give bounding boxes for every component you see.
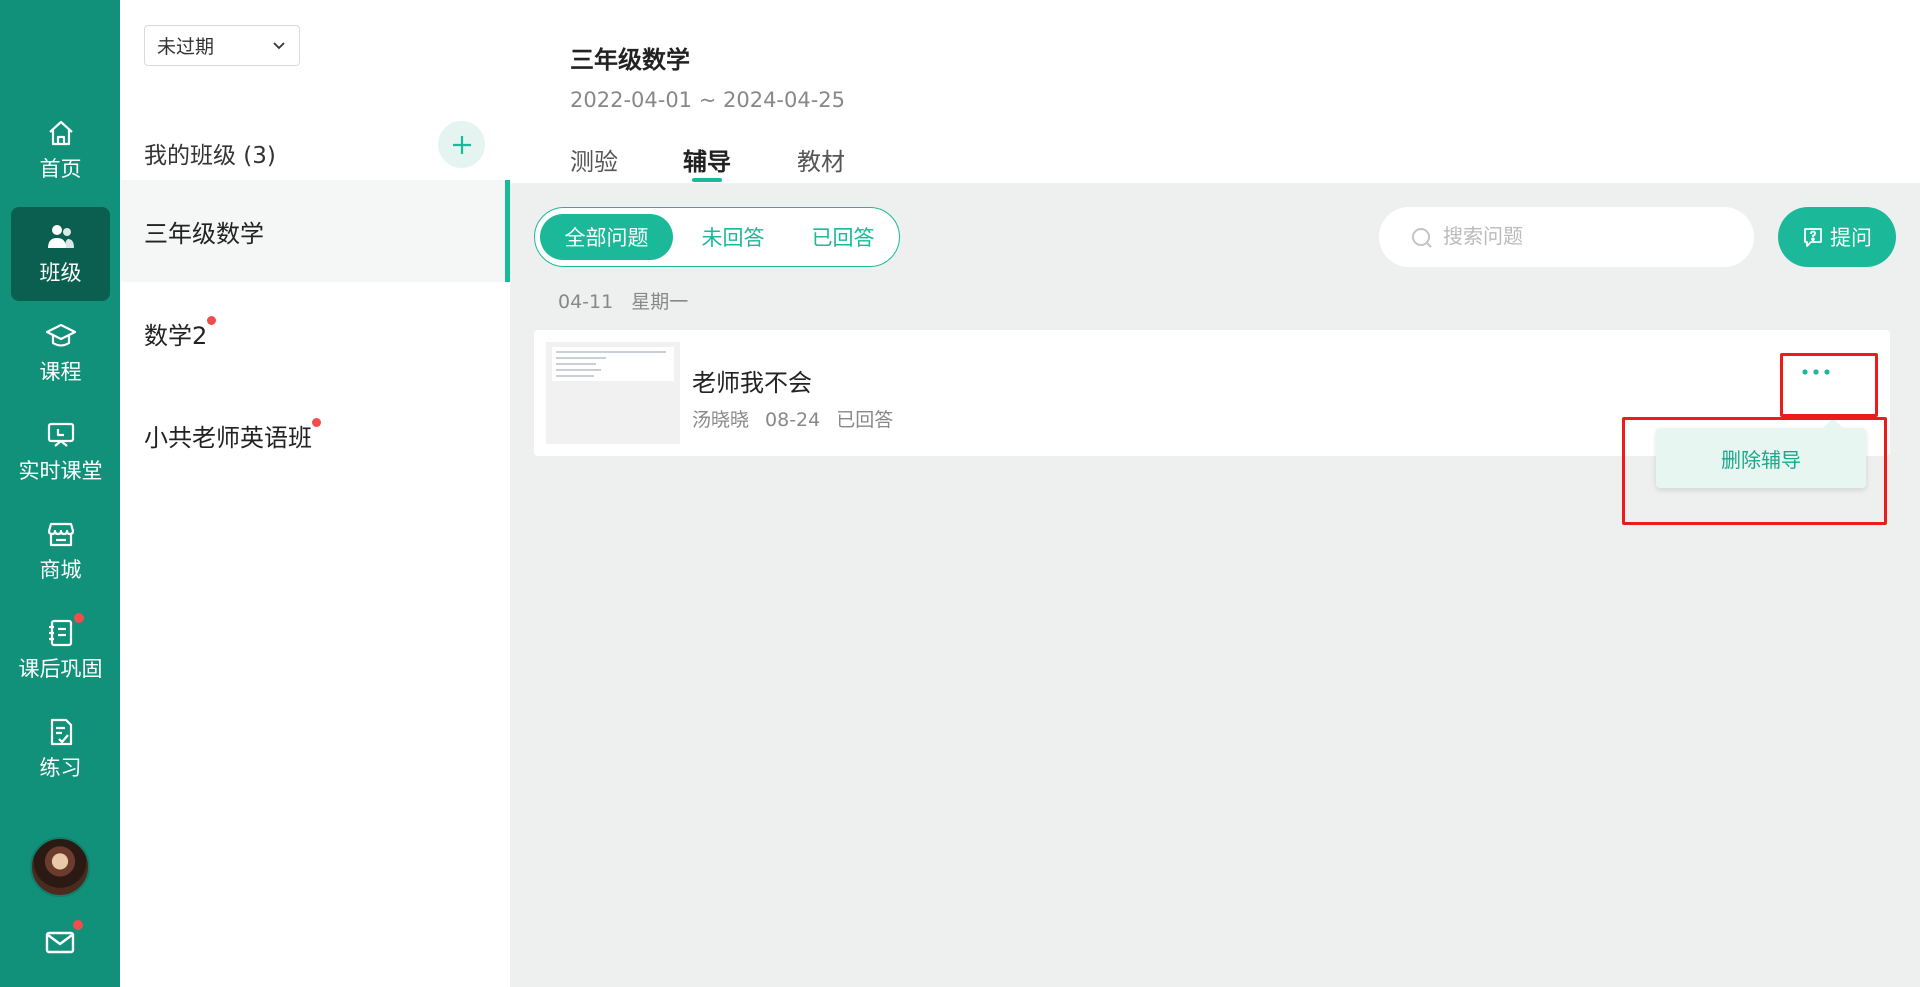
date-group-header: 04-11 星期一 bbox=[558, 287, 688, 314]
more-options-button[interactable] bbox=[1790, 355, 1842, 389]
graduation-cap-icon bbox=[45, 323, 76, 347]
thumbnail-line bbox=[556, 351, 666, 353]
mail-icon[interactable] bbox=[44, 926, 76, 958]
thumbnail-line bbox=[556, 375, 594, 377]
nav-label-practice: 练习 bbox=[39, 756, 82, 780]
class-item-math2[interactable]: 数学2 bbox=[120, 282, 510, 384]
nav-label-home: 首页 bbox=[39, 157, 82, 181]
class-item-label: 三年级数学 bbox=[144, 219, 264, 248]
delete-tutoring-menu-item[interactable]: 删除辅导 bbox=[1656, 428, 1866, 488]
ask-question-button[interactable]: 提问 bbox=[1778, 207, 1896, 267]
nav-item-class[interactable]: 班级 bbox=[11, 207, 110, 301]
thumbnail-line bbox=[556, 369, 601, 371]
more-dots-icon bbox=[1802, 369, 1830, 375]
checklist-icon bbox=[50, 718, 72, 746]
ask-question-label: 提问 bbox=[1830, 226, 1872, 250]
my-classes-heading: 我的班级 (3) bbox=[144, 143, 276, 169]
mail-badge bbox=[73, 920, 83, 930]
plus-icon bbox=[452, 135, 471, 154]
course-header: 三年级数学 2022-04-01 ~ 2024-04-25 测验 辅导 教材 bbox=[510, 0, 1920, 183]
search-input[interactable] bbox=[1413, 225, 1713, 249]
thumbnail-line bbox=[556, 363, 596, 365]
live-board-icon bbox=[47, 422, 74, 447]
thumbnail-line bbox=[556, 357, 606, 359]
course-date-range: 2022-04-01 ~ 2024-04-25 bbox=[570, 88, 846, 112]
question-author: 汤晓晓 bbox=[692, 409, 750, 431]
nav-label-class: 班级 bbox=[39, 261, 82, 285]
class-item-label-wrap: 小共老师英语班 bbox=[144, 417, 321, 453]
nav-item-course[interactable]: 课程 bbox=[11, 306, 110, 400]
nav-label-live-class: 实时课堂 bbox=[18, 459, 103, 483]
nav-item-store[interactable]: 商城 bbox=[11, 504, 110, 598]
nav-item-home[interactable]: 首页 bbox=[11, 103, 110, 197]
active-tab-indicator bbox=[692, 178, 722, 182]
nav-item-live-class[interactable]: 实时课堂 bbox=[11, 405, 110, 499]
chevron-down-icon bbox=[273, 42, 285, 50]
search-icon bbox=[1412, 228, 1432, 248]
notification-badge bbox=[74, 613, 84, 623]
segment-answered[interactable]: 已回答 bbox=[793, 214, 893, 260]
segment-unanswered[interactable]: 未回答 bbox=[683, 214, 783, 260]
course-title: 三年级数学 bbox=[570, 46, 690, 74]
class-item-grade3-math[interactable]: 三年级数学 bbox=[120, 180, 510, 282]
class-item-english[interactable]: 小共老师英语班 bbox=[120, 384, 510, 486]
nav-item-practice[interactable]: 练习 bbox=[11, 702, 110, 796]
add-class-button[interactable] bbox=[438, 121, 485, 168]
tab-quiz[interactable]: 测验 bbox=[570, 142, 618, 177]
nav-label-store: 商城 bbox=[39, 558, 82, 582]
store-icon bbox=[47, 522, 74, 547]
class-list-panel: 未过期 我的班级 (3) 三年级数学 数学2 小共老师英语班 bbox=[120, 0, 510, 987]
question-status: 已回答 bbox=[836, 409, 894, 431]
segment-all-questions[interactable]: 全部问题 bbox=[540, 214, 673, 260]
tab-tutoring[interactable]: 辅导 bbox=[683, 142, 731, 177]
class-item-label: 小共老师英语班 bbox=[144, 423, 312, 452]
answer-filter-segmented: 全部问题 未回答 已回答 bbox=[534, 207, 900, 267]
unread-badge bbox=[207, 315, 217, 325]
nav-label-homework: 课后巩固 bbox=[18, 657, 103, 681]
main-nav-rail: 首页 班级 课程 实时课堂 商城 课后巩固 练习 bbox=[0, 0, 120, 987]
tab-textbook[interactable]: 教材 bbox=[797, 142, 845, 177]
question-bubble-icon bbox=[1804, 228, 1822, 247]
expiry-filter-select[interactable]: 未过期 bbox=[144, 25, 300, 66]
group-weekday: 星期一 bbox=[631, 291, 689, 313]
unread-badge bbox=[312, 417, 321, 427]
home-icon bbox=[48, 120, 73, 146]
nav-label-course: 课程 bbox=[39, 360, 82, 384]
question-title: 老师我不会 bbox=[692, 369, 812, 397]
user-avatar[interactable] bbox=[30, 837, 90, 897]
class-item-label: 数学2 bbox=[144, 321, 208, 350]
question-thumbnail[interactable] bbox=[546, 342, 680, 444]
class-item-label-wrap: 数学2 bbox=[144, 315, 217, 351]
expiry-filter-value: 未过期 bbox=[157, 36, 215, 58]
nav-item-homework[interactable]: 课后巩固 bbox=[11, 603, 110, 697]
question-meta: 汤晓晓 08-24 已回答 bbox=[692, 405, 893, 432]
notebook-icon bbox=[48, 619, 72, 647]
class-users-icon bbox=[47, 225, 74, 248]
group-date: 04-11 bbox=[558, 291, 614, 313]
question-search-box bbox=[1379, 207, 1754, 267]
question-date: 08-24 bbox=[765, 409, 821, 431]
